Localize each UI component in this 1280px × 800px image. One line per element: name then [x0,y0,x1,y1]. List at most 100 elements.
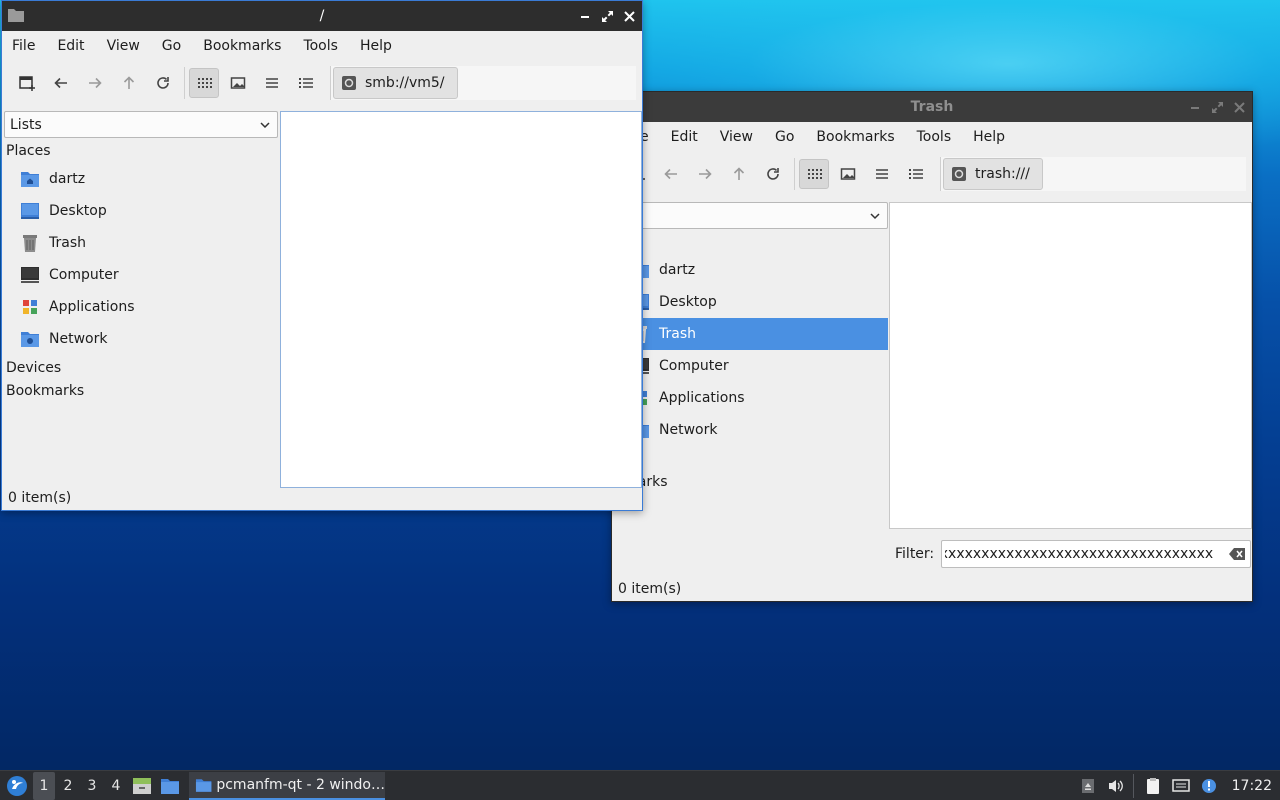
thumbnail-view-button[interactable] [223,68,253,98]
place-item-network[interactable]: Network [614,414,888,446]
maximize-icon [1211,101,1223,113]
window-titlebar[interactable]: Trash [612,92,1252,122]
path-segment-button[interactable]: smb://vm5/ [333,67,458,99]
clipboard-icon [1146,777,1159,794]
minimize-icon [581,16,589,18]
desktop-switch-3[interactable]: 3 [81,772,103,800]
path-label: smb://vm5/ [365,75,445,91]
tray-updates-button[interactable] [1196,773,1222,799]
menu-view[interactable]: View [720,129,753,145]
close-button[interactable] [1232,100,1246,114]
detailed-list-view-button[interactable] [901,159,931,189]
close-button[interactable] [622,9,636,23]
window-titlebar[interactable]: / [2,1,642,31]
folder-icon [8,9,24,22]
side-pane-mode-select[interactable]: s [614,202,888,229]
desktop-switch-2[interactable]: 2 [57,772,79,800]
place-label: dartz [659,262,696,278]
window-title: / [319,8,325,24]
forward-button[interactable] [80,68,110,98]
place-item-trash[interactable]: Trash [614,318,888,350]
place-item-home[interactable]: dartz [614,254,888,286]
menu-bookmarks[interactable]: Bookmarks [203,38,281,54]
tray-network-button[interactable] [1168,773,1194,799]
menu-bookmarks[interactable]: Bookmarks [816,129,894,145]
place-item-applications[interactable]: Applications [614,382,888,414]
toolbar: smb://vm5/ [2,60,642,106]
new-tab-button[interactable] [12,68,42,98]
desktop-switch-1[interactable]: 1 [33,771,55,800]
places-header[interactable]: Places [4,140,278,163]
toolbar: trash:/// [612,151,1252,197]
bookmarks-header[interactable]: kmarks [614,471,888,494]
menu-tools[interactable]: Tools [303,38,338,54]
task-button-pcmanfm[interactable]: pcmanfm-qt - 2 windo… [189,771,385,800]
menu-bar: File Edit View Go Bookmarks Tools Help [2,31,642,60]
tray-volume-button[interactable] [1103,773,1129,799]
menu-help[interactable]: Help [973,129,1005,145]
compact-view-button[interactable] [257,68,287,98]
place-item-applications[interactable]: Applications [4,291,278,323]
menu-go[interactable]: Go [775,129,794,145]
minimize-button[interactable] [1188,100,1202,114]
reload-button[interactable] [758,159,788,189]
bookmarks-header[interactable]: Bookmarks [4,380,278,403]
quicklaunch-file-manager[interactable] [129,773,155,799]
clear-filter-icon[interactable] [1229,548,1245,560]
file-view[interactable] [889,202,1252,529]
thumbnail-view-button[interactable] [833,159,863,189]
tray-eject-button[interactable] [1075,773,1101,799]
place-item-home[interactable]: dartz [4,163,278,195]
image-icon [230,77,246,89]
path-label: trash:/// [975,166,1030,182]
reload-icon [767,168,779,180]
clock[interactable]: 17:22 [1232,778,1272,794]
place-label: Network [659,422,718,438]
reload-button[interactable] [148,68,178,98]
tray-separator [1132,773,1134,798]
lxqt-logo-icon [7,775,27,796]
filter-input[interactable]: xxxxxxxxxxxxxxxxxxxxxxxxxxxxxxxxxxxxxxxx… [941,540,1251,568]
devices-header[interactable]: Devices [4,357,278,380]
menu-tools[interactable]: Tools [917,129,952,145]
side-pane-mode-select[interactable]: Lists [4,111,278,138]
up-button[interactable] [114,68,144,98]
back-button[interactable] [46,68,76,98]
arrow-left-icon [54,77,67,89]
place-item-computer[interactable]: Computer [4,259,278,291]
minimize-button[interactable] [578,9,592,23]
grid-icon [198,78,212,88]
place-item-desktop[interactable]: Desktop [4,195,278,227]
desktop-switch-4[interactable]: 4 [105,772,127,800]
forward-button[interactable] [690,159,720,189]
icon-view-button[interactable] [799,159,829,189]
menu-view[interactable]: View [107,38,140,54]
back-button[interactable] [656,159,686,189]
menu-go[interactable]: Go [162,38,181,54]
image-icon [840,168,856,180]
devices-header[interactable]: ces [614,448,888,471]
detailed-list-view-button[interactable] [291,68,321,98]
maximize-button[interactable] [600,9,614,23]
quicklaunch-show-desktop[interactable] [157,773,183,799]
menu-edit[interactable]: Edit [57,38,84,54]
status-bar: 0 item(s) [8,490,72,506]
menu-help[interactable]: Help [360,38,392,54]
places-header[interactable]: es [614,231,888,254]
up-button[interactable] [724,159,754,189]
maximize-button[interactable] [1210,100,1224,114]
place-item-desktop[interactable]: Desktop [614,286,888,318]
place-item-network[interactable]: Network [4,323,278,355]
path-segment-button[interactable]: trash:/// [943,158,1043,190]
file-view[interactable] [280,111,642,488]
icon-view-button[interactable] [189,68,219,98]
menu-file[interactable]: File [12,38,35,54]
place-item-computer[interactable]: Computer [614,350,888,382]
place-item-trash[interactable]: Trash [4,227,278,259]
compact-view-button[interactable] [867,159,897,189]
status-bar: 0 item(s) [618,581,682,597]
menu-edit[interactable]: Edit [671,129,698,145]
tray-clipboard-button[interactable] [1140,773,1166,799]
start-menu-button[interactable] [3,772,31,800]
file-cabinet-icon [133,777,151,794]
